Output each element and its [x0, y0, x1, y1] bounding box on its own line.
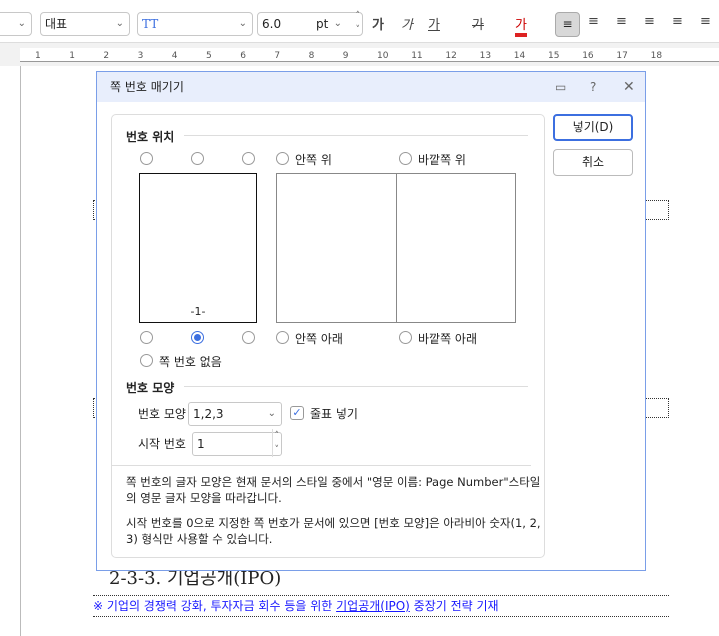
toolbar: ⌄ 대표 ⌄ TT ⌄ 6.0 pt ⌄ ˄ ˅ 가 가 가 가 가 ≡ ≡ ≡ ≡ ≡ ≡ — [0, 0, 719, 42]
shape-select[interactable]: 1,2,3 ⌄ — [188, 402, 282, 426]
divider — [184, 135, 528, 136]
italic-button[interactable]: 가 — [401, 14, 413, 33]
page-divider — [396, 174, 397, 322]
style-combo[interactable]: ⌄ — [0, 12, 32, 36]
dialog-titlebar: 쪽 번호 매기기 ▭ ? ✕ — [97, 72, 645, 102]
chevron-down-icon: ⌄ — [333, 18, 342, 29]
ruler-number: 4 — [171, 51, 178, 61]
divider — [112, 465, 531, 466]
ruler-number: 1 — [35, 51, 41, 61]
font-color-button[interactable]: 가 — [515, 14, 527, 37]
ruler-number: 2 — [103, 51, 110, 61]
distribute-button[interactable]: ≡ — [672, 14, 683, 29]
single-page-preview: -1- — [139, 173, 257, 323]
underline-button[interactable]: 가 — [428, 14, 440, 33]
chevron-down-icon: ⌄ — [238, 18, 247, 29]
ruler-number: 8 — [308, 51, 315, 61]
font-size-combo[interactable]: 6.0 pt ⌄ ˄ ˅ — [257, 9, 363, 37]
dash-checkbox[interactable]: ✓ — [290, 406, 304, 420]
ruler-number: 1 — [69, 51, 75, 61]
note-link[interactable]: 기업공개(IPO) — [336, 599, 410, 613]
position-heading: 번호 위치 — [126, 130, 175, 144]
insert-button[interactable]: 넣기(D) — [553, 114, 633, 141]
ruler-number: 13 — [479, 51, 492, 61]
font-unit: pt — [316, 17, 329, 31]
format-heading: 번호 모양 — [126, 381, 175, 395]
spinner-icon[interactable]: ˄ ˅ — [271, 429, 279, 457]
note-zero-start: 시작 번호를 0으로 지정한 쪽 번호가 문서에 있으면 [번호 모양]은 아라… — [126, 516, 541, 546]
ruler-number: 10 — [377, 51, 389, 61]
shape-label: 번호 모양 — [138, 407, 186, 421]
note-text: 중장기 전략 기재 — [409, 599, 499, 613]
start-number-input[interactable]: 1 ˄ ˅ — [192, 429, 282, 457]
start-value: 1 — [197, 437, 205, 451]
divider — [184, 386, 528, 387]
shape-value: 1,2,3 — [193, 407, 224, 421]
radio-inner-top[interactable] — [276, 152, 289, 165]
outer-bottom-label: 바깥쪽 아래 — [418, 332, 478, 346]
font-lang-combo[interactable]: 대표 ⌄ — [40, 12, 130, 36]
help-icon[interactable]: ? — [590, 72, 596, 102]
radio-bottom-right[interactable] — [242, 331, 255, 344]
note-style: 쪽 번호의 글자 모양은 현재 문서의 스타일 중에서 "영문 이름: Page… — [126, 475, 541, 505]
two-page-preview — [276, 173, 516, 323]
radio-bottom-left[interactable] — [140, 331, 153, 344]
bold-button[interactable]: 가 — [372, 14, 384, 33]
radio-outer-bottom[interactable] — [399, 331, 412, 344]
divide-button[interactable]: ≡ — [700, 14, 711, 29]
chevron-down-icon: ⌄ — [267, 408, 276, 419]
outer-top-label: 바깥쪽 위 — [418, 153, 466, 167]
preview-number: -1- — [190, 305, 206, 318]
align-justify-button[interactable]: ≡ — [555, 12, 580, 37]
page-number-dialog: 쪽 번호 매기기 ▭ ? ✕ 넣기(D) 취소 번호 위치 안쪽 위 바깥쪽 위… — [96, 71, 646, 571]
ruler-number: 12 — [445, 51, 457, 61]
spinner-icon[interactable]: ˄ ˅ — [356, 9, 361, 37]
chevron-down-icon: ⌄ — [17, 18, 26, 29]
ruler-number: 14 — [513, 51, 526, 61]
ruler-track: 1 1 2 3 4 5 6 7 8 9 10 11 12 13 14 15 16 17 18 — [20, 48, 719, 62]
ruler-number: 7 — [274, 51, 281, 61]
ruler-number: 18 — [650, 51, 663, 61]
align-right-button[interactable]: ≡ — [644, 14, 655, 29]
radio-top-right[interactable] — [242, 152, 255, 165]
font-name-combo[interactable]: TT ⌄ — [137, 12, 253, 36]
dash-label: 줄표 넣기 — [310, 407, 358, 421]
font-lang-value: 대표 — [45, 17, 68, 31]
inner-bottom-label: 안쪽 아래 — [295, 332, 343, 346]
radio-inner-bottom[interactable] — [276, 331, 289, 344]
ruler-number: 11 — [411, 51, 423, 61]
font-type-icon: TT — [142, 17, 159, 31]
document-note: ※ 기업의 경쟁력 강화, 투자자금 회수 등을 위한 기업공개(IPO) 중장… — [93, 595, 669, 617]
font-size-value: 6.0 — [262, 17, 282, 31]
dialog-title: 쪽 번호 매기기 — [110, 80, 184, 94]
chevron-down-icon: ⌄ — [115, 18, 124, 29]
inner-top-label: 안쪽 위 — [295, 153, 332, 167]
radio-outer-top[interactable] — [399, 152, 412, 165]
ruler-number: 6 — [240, 51, 246, 61]
align-left-button[interactable]: ≡ — [588, 14, 599, 29]
start-label: 시작 번호 — [138, 437, 186, 451]
cancel-button[interactable]: 취소 — [553, 149, 633, 176]
radio-top-left[interactable] — [140, 152, 153, 165]
align-center-button[interactable]: ≡ — [616, 14, 627, 29]
ruler-number: 5 — [206, 51, 212, 61]
radio-bottom-center[interactable] — [191, 331, 204, 344]
note-text: ※ 기업의 경쟁력 강화, 투자자금 회수 등을 위한 — [93, 599, 337, 613]
options-group: 번호 위치 안쪽 위 바깥쪽 위 -1- 안쪽 아래 바깥쪽 아래 쪽 번호 없… — [111, 114, 545, 558]
radio-top-center[interactable] — [191, 152, 204, 165]
ruler-number: 9 — [342, 51, 349, 61]
no-number-label: 쪽 번호 없음 — [159, 355, 222, 369]
ruler-number: 3 — [137, 51, 144, 61]
close-icon[interactable]: ✕ — [623, 72, 635, 102]
strikethrough-button[interactable]: 가 — [472, 14, 484, 33]
ruler-number: 16 — [582, 51, 594, 61]
ruler-number: 15 — [548, 51, 560, 61]
comment-icon[interactable]: ▭ — [555, 72, 566, 102]
ruler-number: 17 — [616, 51, 628, 61]
radio-no-number[interactable] — [140, 354, 153, 367]
ruler[interactable]: 1 1 2 3 4 5 6 7 8 9 10 11 12 13 14 15 16 17 18 — [0, 42, 719, 66]
